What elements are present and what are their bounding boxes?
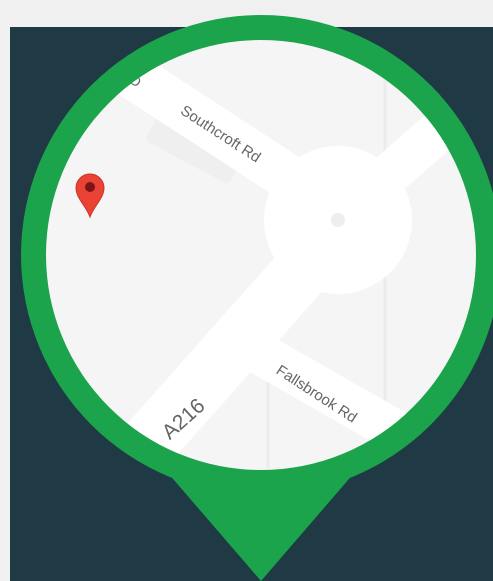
location-pin-graphic: Southcroft Rd Fallsbrook Rd A216 D [21, 15, 493, 581]
roundabout-center [331, 213, 345, 227]
